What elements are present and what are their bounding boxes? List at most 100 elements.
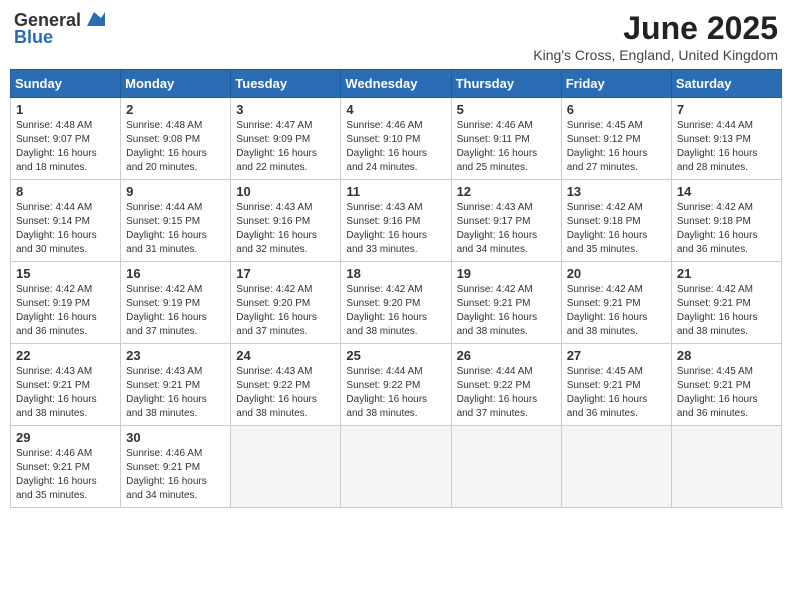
day-number: 18: [346, 266, 445, 281]
main-title: June 2025: [533, 10, 778, 47]
day-info: Sunrise: 4:42 AM Sunset: 9:21 PM Dayligh…: [677, 283, 776, 339]
day-cell-14: 14 Sunrise: 4:42 AM Sunset: 9:18 PM Dayli…: [671, 180, 781, 262]
day-number: 22: [16, 348, 115, 363]
day-info: Sunrise: 4:43 AM Sunset: 9:21 PM Dayligh…: [126, 365, 225, 421]
day-number: 6: [567, 102, 666, 117]
logo-blue-text: Blue: [14, 27, 53, 48]
day-cell-empty: [451, 426, 561, 508]
day-cell-8: 8 Sunrise: 4:44 AM Sunset: 9:14 PM Daylig…: [11, 180, 121, 262]
day-number: 29: [16, 430, 115, 445]
day-number: 8: [16, 184, 115, 199]
day-number: 20: [567, 266, 666, 281]
day-number: 26: [457, 348, 556, 363]
day-info: Sunrise: 4:44 AM Sunset: 9:13 PM Dayligh…: [677, 119, 776, 175]
day-info: Sunrise: 4:44 AM Sunset: 9:22 PM Dayligh…: [457, 365, 556, 421]
day-number: 30: [126, 430, 225, 445]
day-number: 15: [16, 266, 115, 281]
day-info: Sunrise: 4:44 AM Sunset: 9:15 PM Dayligh…: [126, 201, 225, 257]
day-number: 16: [126, 266, 225, 281]
day-info: Sunrise: 4:45 AM Sunset: 9:21 PM Dayligh…: [677, 365, 776, 421]
day-cell-empty: [231, 426, 341, 508]
day-number: 17: [236, 266, 335, 281]
day-cell-13: 13 Sunrise: 4:42 AM Sunset: 9:18 PM Dayli…: [561, 180, 671, 262]
day-cell-20: 20 Sunrise: 4:42 AM Sunset: 9:21 PM Dayli…: [561, 262, 671, 344]
day-cell-12: 12 Sunrise: 4:43 AM Sunset: 9:17 PM Dayli…: [451, 180, 561, 262]
week-row-2: 8 Sunrise: 4:44 AM Sunset: 9:14 PM Daylig…: [11, 180, 782, 262]
day-cell-23: 23 Sunrise: 4:43 AM Sunset: 9:21 PM Dayli…: [121, 344, 231, 426]
day-number: 5: [457, 102, 556, 117]
day-cell-3: 3 Sunrise: 4:47 AM Sunset: 9:09 PM Daylig…: [231, 98, 341, 180]
day-number: 13: [567, 184, 666, 199]
day-number: 12: [457, 184, 556, 199]
calendar-table: SundayMondayTuesdayWednesdayThursdayFrid…: [10, 69, 782, 508]
day-number: 7: [677, 102, 776, 117]
weekday-header-tuesday: Tuesday: [231, 70, 341, 98]
day-info: Sunrise: 4:46 AM Sunset: 9:21 PM Dayligh…: [16, 447, 115, 503]
day-info: Sunrise: 4:43 AM Sunset: 9:22 PM Dayligh…: [236, 365, 335, 421]
day-info: Sunrise: 4:42 AM Sunset: 9:21 PM Dayligh…: [457, 283, 556, 339]
day-number: 3: [236, 102, 335, 117]
day-cell-10: 10Sunrise: 4:43 AM Sunset: 9:16 PM Dayli…: [231, 180, 341, 262]
day-info: Sunrise: 4:42 AM Sunset: 9:21 PM Dayligh…: [567, 283, 666, 339]
day-info: Sunrise: 4:48 AM Sunset: 9:07 PM Dayligh…: [16, 119, 115, 175]
page-header: General Blue June 2025 King's Cross, Eng…: [10, 10, 782, 63]
week-row-4: 22 Sunrise: 4:43 AM Sunset: 9:21 PM Dayli…: [11, 344, 782, 426]
day-cell-22: 22 Sunrise: 4:43 AM Sunset: 9:21 PM Dayli…: [11, 344, 121, 426]
day-number: 21: [677, 266, 776, 281]
day-number: 9: [126, 184, 225, 199]
day-cell-empty: [341, 426, 451, 508]
day-info: Sunrise: 4:46 AM Sunset: 9:10 PM Dayligh…: [346, 119, 445, 175]
day-number: 25: [346, 348, 445, 363]
day-number: 2: [126, 102, 225, 117]
day-info: Sunrise: 4:43 AM Sunset: 9:21 PM Dayligh…: [16, 365, 115, 421]
day-info: Sunrise: 4:46 AM Sunset: 9:11 PM Dayligh…: [457, 119, 556, 175]
day-cell-empty: [561, 426, 671, 508]
day-cell-26: 26 Sunrise: 4:44 AM Sunset: 9:22 PM Dayli…: [451, 344, 561, 426]
day-number: 14: [677, 184, 776, 199]
weekday-header-saturday: Saturday: [671, 70, 781, 98]
day-number: 1: [16, 102, 115, 117]
week-row-3: 15Sunrise: 4:42 AM Sunset: 9:19 PM Dayli…: [11, 262, 782, 344]
weekday-header-monday: Monday: [121, 70, 231, 98]
day-info: Sunrise: 4:44 AM Sunset: 9:14 PM Dayligh…: [16, 201, 115, 257]
day-cell-16: 16Sunrise: 4:42 AM Sunset: 9:19 PM Dayli…: [121, 262, 231, 344]
weekday-header-sunday: Sunday: [11, 70, 121, 98]
day-info: Sunrise: 4:42 AM Sunset: 9:18 PM Dayligh…: [567, 201, 666, 257]
day-cell-7: 7 Sunrise: 4:44 AM Sunset: 9:13 PM Daylig…: [671, 98, 781, 180]
day-info: Sunrise: 4:48 AM Sunset: 9:08 PM Dayligh…: [126, 119, 225, 175]
weekday-header-wednesday: Wednesday: [341, 70, 451, 98]
day-cell-25: 25 Sunrise: 4:44 AM Sunset: 9:22 PM Dayli…: [341, 344, 451, 426]
day-cell-30: 30 Sunrise: 4:46 AM Sunset: 9:21 PM Dayli…: [121, 426, 231, 508]
day-cell-6: 6 Sunrise: 4:45 AM Sunset: 9:12 PM Daylig…: [561, 98, 671, 180]
day-number: 23: [126, 348, 225, 363]
logo-icon: [83, 8, 105, 30]
day-cell-4: 4Sunrise: 4:46 AM Sunset: 9:10 PM Daylig…: [341, 98, 451, 180]
day-cell-18: 18 Sunrise: 4:42 AM Sunset: 9:20 PM Dayli…: [341, 262, 451, 344]
day-cell-19: 19 Sunrise: 4:42 AM Sunset: 9:21 PM Dayli…: [451, 262, 561, 344]
day-number: 28: [677, 348, 776, 363]
day-number: 11: [346, 184, 445, 199]
subtitle: King's Cross, England, United Kingdom: [533, 47, 778, 63]
day-info: Sunrise: 4:47 AM Sunset: 9:09 PM Dayligh…: [236, 119, 335, 175]
day-info: Sunrise: 4:42 AM Sunset: 9:20 PM Dayligh…: [236, 283, 335, 339]
day-cell-27: 27Sunrise: 4:45 AM Sunset: 9:21 PM Dayli…: [561, 344, 671, 426]
day-cell-empty: [671, 426, 781, 508]
day-cell-11: 11 Sunrise: 4:43 AM Sunset: 9:16 PM Dayli…: [341, 180, 451, 262]
day-number: 19: [457, 266, 556, 281]
day-cell-24: 24 Sunrise: 4:43 AM Sunset: 9:22 PM Dayli…: [231, 344, 341, 426]
day-info: Sunrise: 4:43 AM Sunset: 9:16 PM Dayligh…: [346, 201, 445, 257]
day-info: Sunrise: 4:46 AM Sunset: 9:21 PM Dayligh…: [126, 447, 225, 503]
day-info: Sunrise: 4:45 AM Sunset: 9:21 PM Dayligh…: [567, 365, 666, 421]
title-area: June 2025 King's Cross, England, United …: [533, 10, 778, 63]
day-cell-28: 28 Sunrise: 4:45 AM Sunset: 9:21 PM Dayli…: [671, 344, 781, 426]
day-cell-9: 9 Sunrise: 4:44 AM Sunset: 9:15 PM Daylig…: [121, 180, 231, 262]
day-number: 24: [236, 348, 335, 363]
day-info: Sunrise: 4:42 AM Sunset: 9:18 PM Dayligh…: [677, 201, 776, 257]
weekday-header-friday: Friday: [561, 70, 671, 98]
day-info: Sunrise: 4:43 AM Sunset: 9:17 PM Dayligh…: [457, 201, 556, 257]
day-cell-2: 2 Sunrise: 4:48 AM Sunset: 9:08 PM Daylig…: [121, 98, 231, 180]
day-info: Sunrise: 4:44 AM Sunset: 9:22 PM Dayligh…: [346, 365, 445, 421]
day-info: Sunrise: 4:42 AM Sunset: 9:20 PM Dayligh…: [346, 283, 445, 339]
day-info: Sunrise: 4:45 AM Sunset: 9:12 PM Dayligh…: [567, 119, 666, 175]
weekday-header-row: SundayMondayTuesdayWednesdayThursdayFrid…: [11, 70, 782, 98]
